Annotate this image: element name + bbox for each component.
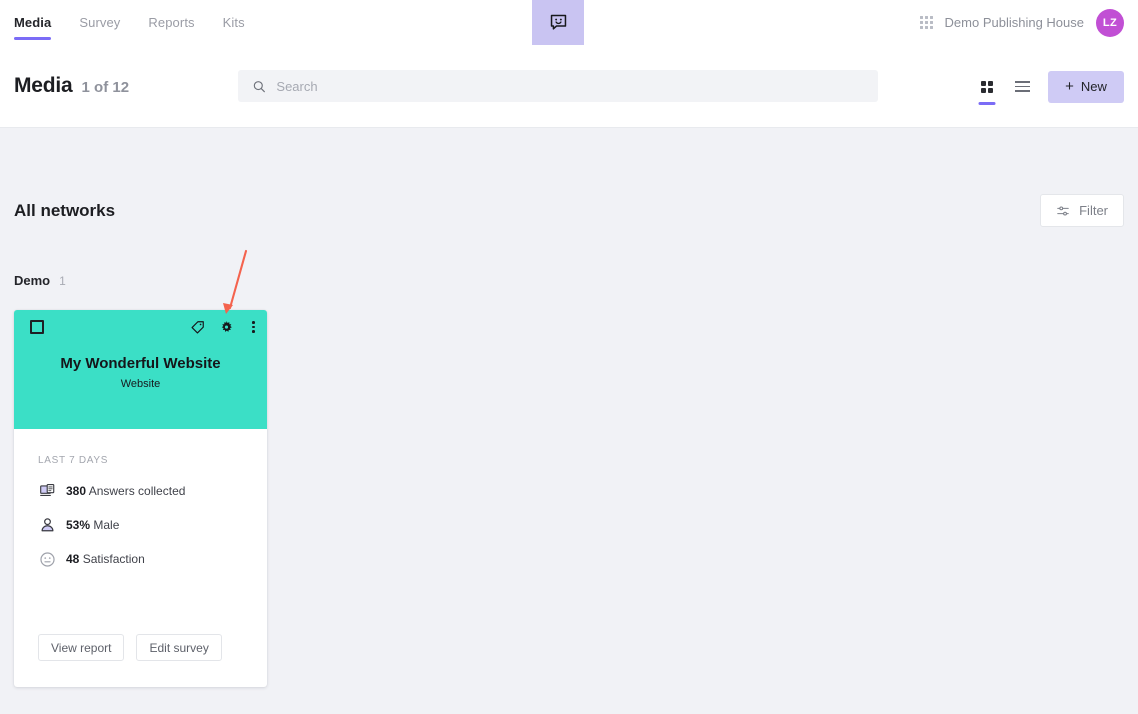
- tab-kits[interactable]: Kits: [209, 0, 259, 45]
- card-actions: View report Edit survey: [14, 568, 267, 687]
- view-mode-toggle: [981, 72, 1030, 102]
- chat-smiley-icon: [550, 14, 566, 30]
- app-switcher-icon[interactable]: [919, 16, 933, 29]
- tab-reports-label: Reports: [148, 15, 195, 30]
- stat-row: 380 Answers collected: [38, 482, 243, 500]
- filter-button[interactable]: Filter: [1040, 194, 1124, 227]
- tab-media[interactable]: Media: [14, 0, 65, 45]
- card-title: My Wonderful Website: [60, 355, 221, 372]
- top-right-controls: Demo Publishing House LZ: [919, 0, 1124, 45]
- edit-survey-button[interactable]: Edit survey: [136, 634, 222, 661]
- gear-icon: [222, 320, 233, 332]
- filter-sliders-icon: [1057, 205, 1069, 216]
- stat-label: Male: [93, 518, 120, 532]
- user-avatar[interactable]: LZ: [1096, 8, 1124, 37]
- person-gender-icon: [38, 516, 56, 534]
- search-input[interactable]: [276, 78, 864, 94]
- stat-text: 380 Answers collected: [66, 484, 185, 498]
- group-name: Demo: [14, 273, 51, 288]
- page-count: 1 of 12: [81, 79, 130, 96]
- new-button[interactable]: + New: [1048, 70, 1124, 103]
- card-tool-icons: [190, 319, 259, 335]
- list-view-icon: [1015, 81, 1030, 92]
- view-report-button[interactable]: View report: [38, 634, 125, 661]
- stat-text: 48 Satisfaction: [66, 552, 145, 566]
- tag-button[interactable]: [190, 320, 205, 335]
- top-navigation-bar: Media Survey Reports Kits Demo Publishin…: [0, 0, 1138, 45]
- more-options-button[interactable]: [248, 319, 259, 335]
- stat-value: 53%: [66, 518, 91, 532]
- section-title: All networks: [14, 200, 116, 220]
- stat-value: 380: [66, 484, 87, 498]
- grid-view-button[interactable]: [981, 72, 993, 102]
- tab-survey-label: Survey: [79, 15, 121, 30]
- organization-name[interactable]: Demo Publishing House: [945, 15, 1084, 30]
- section-header: All networks Filter: [14, 128, 1124, 227]
- card-banner: My Wonderful Website Website: [14, 310, 267, 429]
- chat-button[interactable]: [532, 0, 584, 45]
- stat-value: 48: [66, 552, 80, 566]
- card-subtitle: Website: [120, 378, 161, 390]
- tab-media-label: Media: [14, 15, 52, 30]
- stat-text: 53% Male: [66, 518, 119, 532]
- plus-icon: +: [1065, 78, 1074, 95]
- grid-view-icon: [981, 80, 993, 93]
- group-header: Demo 1: [14, 273, 1124, 288]
- settings-button[interactable]: [219, 320, 234, 335]
- card-stats-section: LAST 7 DAYS 380 Answers collected 53% Ma…: [14, 429, 267, 568]
- tab-kits-label: Kits: [222, 15, 245, 30]
- tag-icon: [191, 320, 205, 334]
- list-view-button[interactable]: [1015, 72, 1030, 102]
- header-right-controls: + New: [981, 45, 1124, 128]
- page-header: Media 1 of 12 + New: [0, 45, 1138, 128]
- tab-reports[interactable]: Reports: [134, 0, 208, 45]
- more-vertical-icon: [252, 320, 255, 324]
- search-box[interactable]: [238, 70, 878, 102]
- stat-row: 48 Satisfaction: [38, 550, 243, 568]
- stat-label: Answers collected: [88, 484, 186, 498]
- page-title: Media: [14, 74, 73, 97]
- stat-label: Satisfaction: [82, 552, 145, 566]
- card-select-checkbox[interactable]: [30, 320, 44, 334]
- smiley-neutral-icon: [38, 550, 56, 568]
- group-count: 1: [59, 274, 66, 288]
- nav-tab-list: Media Survey Reports Kits: [0, 0, 259, 45]
- screen-answers-icon: [38, 482, 56, 500]
- search-icon: [253, 80, 265, 92]
- tab-survey[interactable]: Survey: [65, 0, 134, 45]
- stat-row: 53% Male: [38, 516, 243, 534]
- page-title-group: Media 1 of 12: [14, 74, 238, 98]
- filter-button-label: Filter: [1079, 203, 1108, 218]
- new-button-label: New: [1080, 79, 1107, 94]
- stats-period-label: LAST 7 DAYS: [38, 455, 109, 466]
- media-card[interactable]: My Wonderful Website Website LAST 7 DAYS…: [14, 310, 267, 687]
- main-content: All networks Filter Demo 1 My Wonderful …: [0, 128, 1138, 687]
- card-toolbar: [14, 310, 267, 344]
